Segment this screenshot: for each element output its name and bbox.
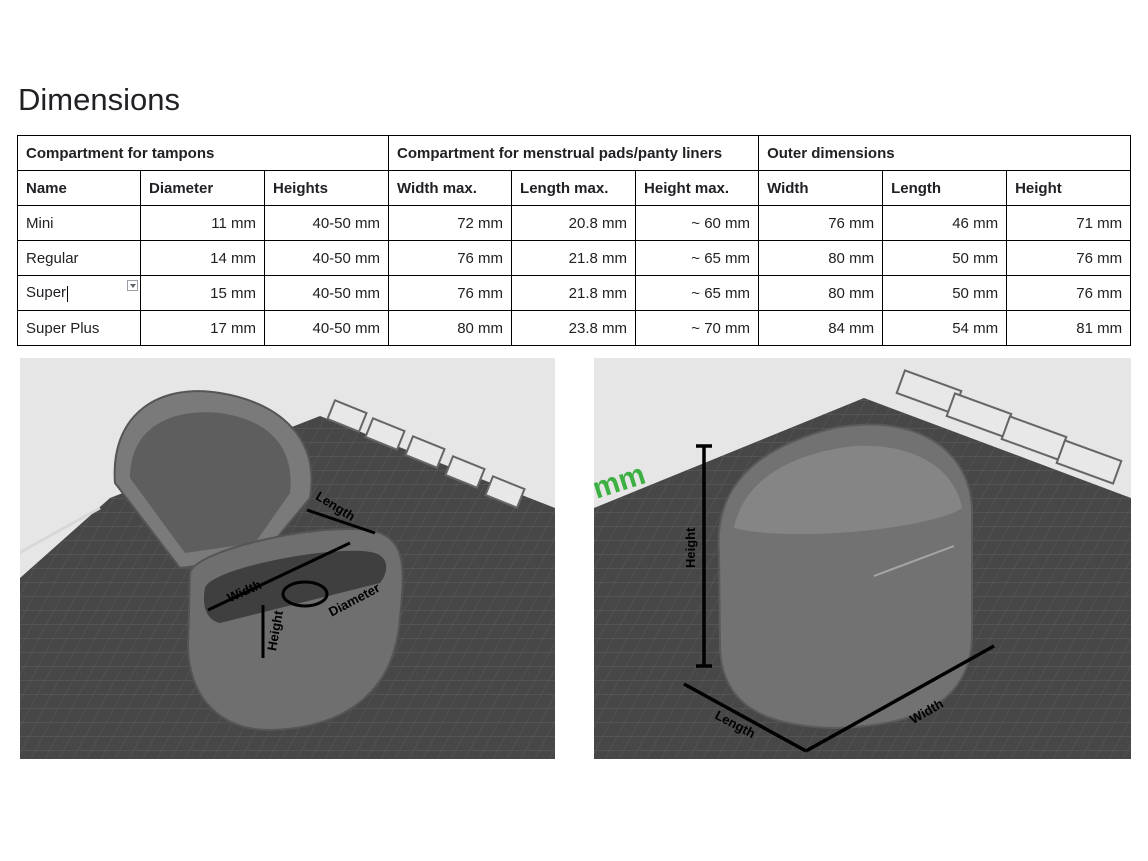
table-cell[interactable]: 80 mm (758, 275, 884, 311)
text-cursor (67, 285, 69, 302)
group-header-row: Compartment for tampons Compartment for … (16, 135, 1132, 171)
table-row: Super 15 mm 40-50 mm 76 mm 21.8 mm ~ 65 … (17, 275, 1132, 311)
column-header[interactable]: Length max. (511, 170, 637, 206)
table-cell[interactable]: 14 mm (140, 240, 265, 276)
table-cell[interactable]: 40-50 mm (263, 275, 390, 311)
table-cell[interactable]: 46 mm (882, 205, 1008, 241)
table-cell[interactable]: 40-50 mm (263, 240, 390, 276)
table-cell[interactable]: Mini (17, 205, 141, 241)
column-header[interactable]: Width max. (388, 170, 513, 206)
column-header[interactable]: Heights (263, 170, 390, 206)
column-header[interactable]: Height (1006, 170, 1132, 206)
table-cell[interactable]: 76 mm (388, 240, 513, 276)
table-cell[interactable]: 81 mm (1006, 310, 1132, 346)
table-cell[interactable]: 80 mm (388, 310, 513, 346)
group-header-pads[interactable]: Compartment for menstrual pads/panty lin… (388, 135, 760, 171)
dropdown-icon[interactable] (127, 280, 138, 291)
column-header[interactable]: Height max. (635, 170, 760, 206)
table-cell[interactable]: Super Plus (17, 310, 141, 346)
table-cell[interactable]: 76 mm (758, 205, 884, 241)
group-header-tampons[interactable]: Compartment for tampons (16, 135, 390, 171)
table-cell[interactable]: 40-50 mm (263, 205, 390, 241)
table-cell[interactable]: 54 mm (882, 310, 1008, 346)
table-cell[interactable]: 11 mm (140, 205, 265, 241)
table-cell[interactable]: ~ 65 mm (635, 275, 760, 311)
table-cell[interactable]: 23.8 mm (511, 310, 637, 346)
closed-case-image: mm Height Length Width (594, 358, 1131, 759)
cell-text: Super (26, 284, 67, 302)
column-header[interactable]: Name (17, 170, 141, 206)
table-cell[interactable]: 21.8 mm (511, 275, 637, 311)
column-header-row: Name Diameter Heights Width max. Length … (17, 170, 1132, 206)
table-cell[interactable]: 76 mm (388, 275, 513, 311)
column-header[interactable]: Diameter (140, 170, 265, 206)
table-cell[interactable]: 76 mm (1006, 275, 1132, 311)
table-cell[interactable]: 80 mm (758, 240, 884, 276)
table-cell[interactable]: 40-50 mm (263, 310, 390, 346)
table-cell-active[interactable]: Super (17, 275, 141, 311)
height-label: Height (683, 527, 698, 568)
table-cell[interactable]: ~ 70 mm (635, 310, 760, 346)
table-cell[interactable]: 50 mm (882, 240, 1008, 276)
table-cell[interactable]: 21.8 mm (511, 240, 637, 276)
table-cell[interactable]: ~ 65 mm (635, 240, 760, 276)
table-cell[interactable]: 71 mm (1006, 205, 1132, 241)
table-cell[interactable]: 50 mm (882, 275, 1008, 311)
table-row: Regular 14 mm 40-50 mm 76 mm 21.8 mm ~ 6… (17, 240, 1132, 276)
table-cell[interactable]: 17 mm (140, 310, 265, 346)
table-cell[interactable]: Regular (17, 240, 141, 276)
table-cell[interactable]: 20.8 mm (511, 205, 637, 241)
table-cell[interactable]: ~ 60 mm (635, 205, 760, 241)
dimensions-table: Compartment for tampons Compartment for … (16, 135, 1132, 346)
group-header-outer[interactable]: Outer dimensions (758, 135, 1132, 171)
table-cell[interactable]: 84 mm (758, 310, 884, 346)
table-cell[interactable]: 76 mm (1006, 240, 1132, 276)
column-header[interactable]: Length (882, 170, 1008, 206)
column-header[interactable]: Width (758, 170, 884, 206)
table-row: Super Plus 17 mm 40-50 mm 80 mm 23.8 mm … (17, 310, 1132, 346)
table-row: Mini 11 mm 40-50 mm 72 mm 20.8 mm ~ 60 m… (17, 205, 1132, 241)
table-cell[interactable]: 72 mm (388, 205, 513, 241)
table-cell[interactable]: 15 mm (140, 275, 265, 311)
open-case-image: Width Length Diameter Height (20, 358, 555, 759)
page-title: Dimensions (18, 82, 180, 117)
